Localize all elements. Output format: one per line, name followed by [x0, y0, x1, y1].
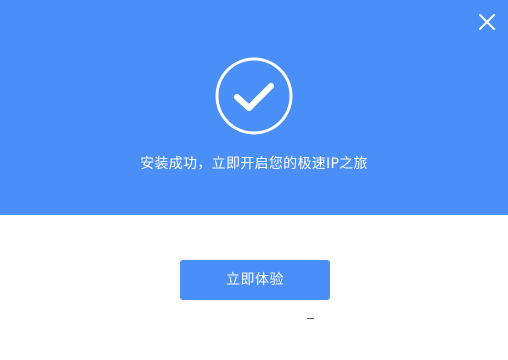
install-success-dialog: 安装成功，立即开启您的极速IP之旅 立即体验 — [0, 0, 508, 360]
dialog-header: 安装成功，立即开启您的极速IP之旅 — [0, 0, 508, 215]
close-button[interactable] — [476, 11, 498, 33]
start-experience-button[interactable]: 立即体验 — [180, 260, 330, 300]
close-icon — [479, 14, 495, 30]
divider-mark — [307, 318, 314, 319]
success-message: 安装成功，立即开启您的极速IP之旅 — [140, 156, 368, 172]
check-circle-icon — [215, 57, 293, 135]
